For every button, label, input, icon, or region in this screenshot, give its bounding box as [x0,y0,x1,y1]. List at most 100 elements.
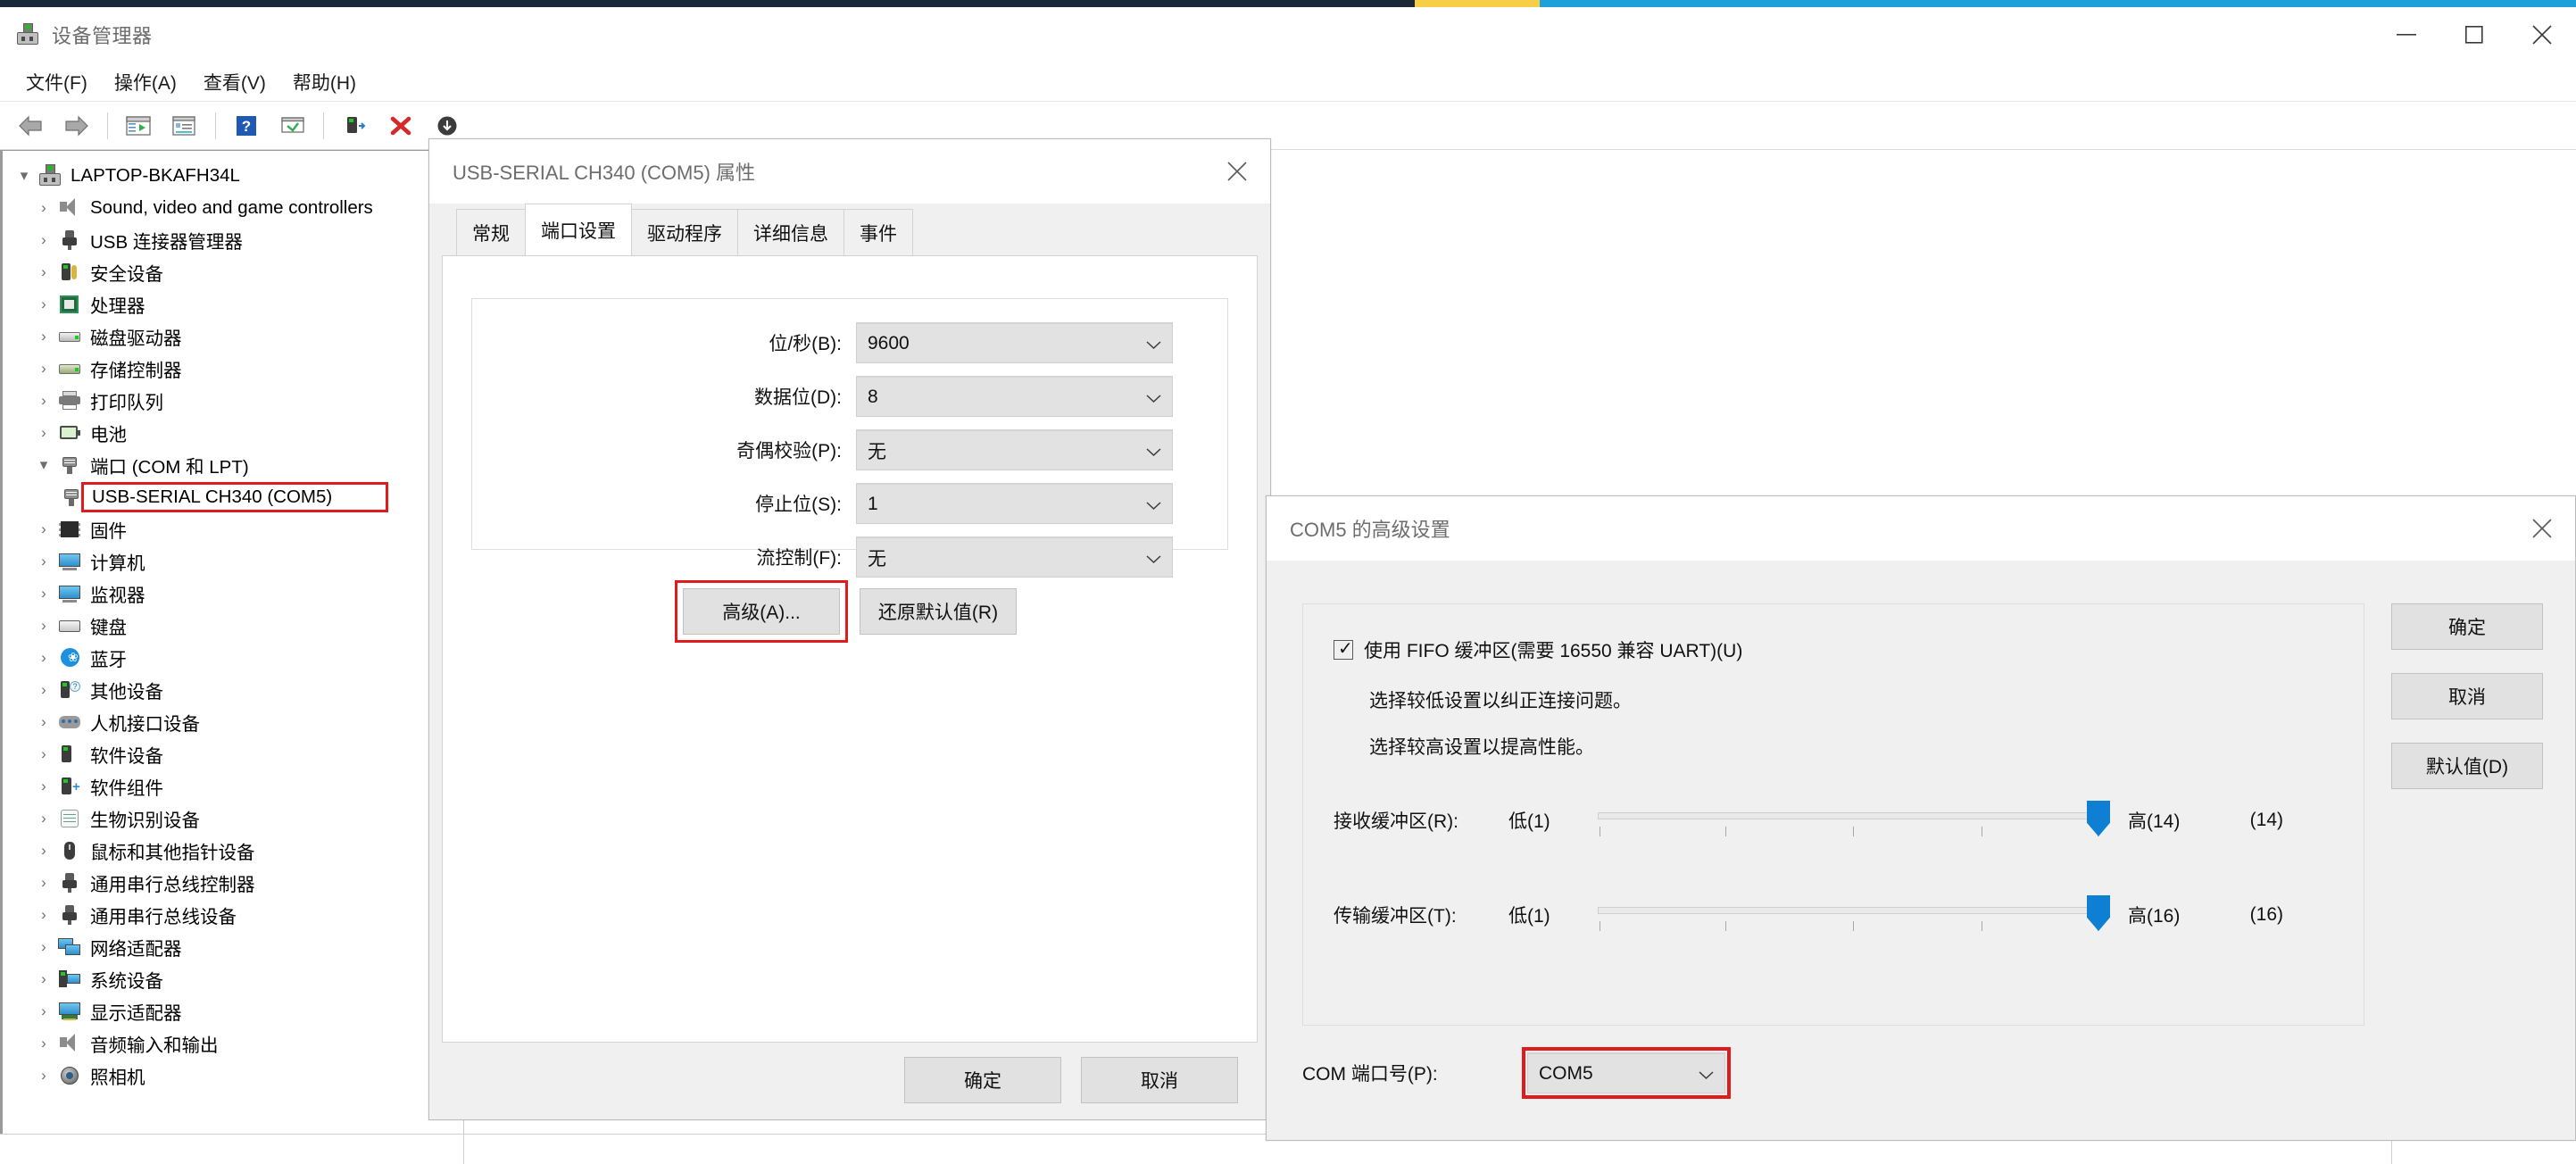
slider-thumb[interactable] [2087,801,2110,836]
sidebar-item-mice[interactable]: › 鼠标和其他指针设备 [3,835,463,867]
chevron-right-icon[interactable]: › [31,874,56,892]
chevron-right-icon[interactable]: › [31,424,56,442]
cancel-button[interactable]: 取消 [1081,1057,1238,1103]
sidebar-item-usb-serial-ch340[interactable]: USB-SERIAL CH340 (COM5) [3,481,463,513]
maximize-button[interactable] [2440,7,2508,62]
disable-device-icon[interactable] [379,106,422,146]
chevron-right-icon[interactable]: › [31,553,56,570]
show-hide-console-tree-icon[interactable] [117,106,160,146]
close-button[interactable] [2508,7,2576,62]
sidebar-item-cameras[interactable]: › 照相机 [3,1060,463,1092]
properties-dialog-title-bar: USB-SERIAL CH340 (COM5) 属性 [429,139,1270,204]
sidebar-item-usb-controllers[interactable]: › 通用串行总线控制器 [3,867,463,899]
flow-control-combo[interactable]: 无 [856,536,1173,578]
sidebar-item-processors[interactable]: › 处理器 [3,288,463,320]
chevron-right-icon[interactable]: › [31,360,56,378]
fifo-checkbox[interactable]: ✓ [1334,639,1353,660]
help-icon[interactable]: ? [225,106,268,146]
ok-button[interactable]: 确定 [904,1057,1061,1103]
sidebar-item-software-devices[interactable]: › 软件设备 [3,738,463,770]
sidebar-item-other-devices[interactable]: › ? 其他设备 [3,674,463,706]
sidebar-item-security-devices[interactable]: › 安全设备 [3,256,463,288]
chevron-right-icon[interactable]: › [31,199,56,217]
sidebar-item-biometric[interactable]: › 生物识别设备 [3,802,463,835]
data-bits-combo[interactable]: 8 [856,376,1173,417]
chevron-right-icon[interactable]: › [31,777,56,795]
tab-driver[interactable]: 驱动程序 [631,209,738,255]
ok-button[interactable]: 确定 [2391,603,2543,650]
sidebar-item-display-adapters[interactable]: › 显示适配器 [3,995,463,1027]
sidebar-item-hid[interactable]: › 人机接口设备 [3,706,463,738]
chevron-right-icon[interactable]: › [31,295,56,313]
chevron-right-icon[interactable]: › [31,1002,56,1020]
com-port-combo[interactable]: COM5 [1527,1052,1725,1093]
chevron-right-icon[interactable]: › [31,585,56,603]
sidebar-item-software-components[interactable]: › + 软件组件 [3,770,463,802]
tab-events[interactable]: 事件 [843,209,913,255]
chevron-right-icon[interactable]: › [31,842,56,860]
sidebar-item-audio-io[interactable]: › 音频输入和输出 [3,1027,463,1060]
parity-combo[interactable]: 无 [856,429,1173,470]
sidebar-item-storage-controllers[interactable]: › 存储控制器 [3,353,463,385]
device-tree-pane[interactable]: ▾ LAPTOP-BKAFH34L › Sound, video and gam… [0,150,464,1164]
sidebar-item-firmware[interactable]: › 固件 [3,513,463,545]
sidebar-item-disk-drives[interactable]: › 磁盘驱动器 [3,320,463,353]
sidebar-item-ports[interactable]: ▾ 端口 (COM 和 LPT) [3,449,463,481]
close-icon[interactable] [1204,139,1270,204]
advanced-button[interactable]: 高级(A)... [683,588,840,635]
properties-icon[interactable] [163,106,206,146]
chevron-right-icon[interactable]: › [31,970,56,988]
cancel-button[interactable]: 取消 [2391,673,2543,719]
chevron-down-icon[interactable]: ▾ [31,456,56,474]
chevron-right-icon[interactable]: › [31,649,56,667]
close-icon[interactable] [2509,496,2575,561]
sidebar-item-print-queues[interactable]: › 打印队列 [3,385,463,417]
chevron-right-icon[interactable]: › [31,392,56,410]
chevron-right-icon[interactable]: › [31,617,56,635]
chevron-right-icon[interactable]: › [31,810,56,827]
tree-root-item[interactable]: ▾ LAPTOP-BKAFH34L [3,160,463,192]
back-icon[interactable] [9,106,52,146]
defaults-button[interactable]: 默认值(D) [2391,743,2543,789]
restore-defaults-button[interactable]: 还原默认值(R) [860,588,1017,635]
forward-icon[interactable] [55,106,98,146]
menu-view[interactable]: 查看(V) [190,65,279,99]
chevron-right-icon[interactable]: › [31,1067,56,1085]
minimize-button[interactable] [2372,7,2440,62]
chevron-right-icon[interactable]: › [31,906,56,924]
scan-hardware-changes-icon[interactable] [271,106,314,146]
transmit-buffer-slider[interactable] [1598,894,2110,935]
chevron-right-icon[interactable]: › [31,263,56,281]
sidebar-item-network-adapters[interactable]: › 网络适配器 [3,931,463,963]
bits-per-second-combo[interactable]: 9600 [856,322,1173,363]
sidebar-item-sound[interactable]: › Sound, video and game controllers [3,192,463,224]
update-driver-icon[interactable] [333,106,376,146]
chevron-right-icon[interactable]: › [31,328,56,345]
tab-general[interactable]: 常规 [456,209,526,255]
sidebar-item-usb-devices[interactable]: › 通用串行总线设备 [3,899,463,931]
sidebar-item-monitors[interactable]: › 监视器 [3,578,463,610]
chevron-right-icon[interactable]: › [31,745,56,763]
menu-help[interactable]: 帮助(H) [279,65,370,99]
tab-details[interactable]: 详细信息 [737,209,844,255]
sidebar-item-usb-connector-manager[interactable]: › USB 连接器管理器 [3,224,463,256]
chevron-down-icon[interactable]: ▾ [12,167,37,185]
menu-file[interactable]: 文件(F) [12,65,101,99]
sidebar-item-keyboards[interactable]: › 键盘 [3,610,463,642]
chevron-right-icon[interactable]: › [31,681,56,699]
stop-bits-combo[interactable]: 1 [856,483,1173,524]
slider-thumb[interactable] [2087,895,2110,931]
chevron-right-icon[interactable]: › [31,231,56,249]
sidebar-item-batteries[interactable]: › 电池 [3,417,463,449]
sidebar-item-bluetooth[interactable]: › ❀ 蓝牙 [3,642,463,674]
tab-port-settings[interactable]: 端口设置 [525,204,632,255]
chevron-right-icon[interactable]: › [31,520,56,538]
receive-buffer-slider[interactable] [1598,800,2110,841]
menu-action[interactable]: 操作(A) [101,65,190,99]
chevron-right-icon[interactable]: › [31,938,56,956]
fifo-checkbox-row[interactable]: ✓ 使用 FIFO 缓冲区(需要 16550 兼容 UART)(U) [1334,636,2364,663]
sidebar-item-computer[interactable]: › 计算机 [3,545,463,578]
sidebar-item-system-devices[interactable]: › 系统设备 [3,963,463,995]
chevron-right-icon[interactable]: › [31,713,56,731]
chevron-right-icon[interactable]: › [31,1035,56,1052]
